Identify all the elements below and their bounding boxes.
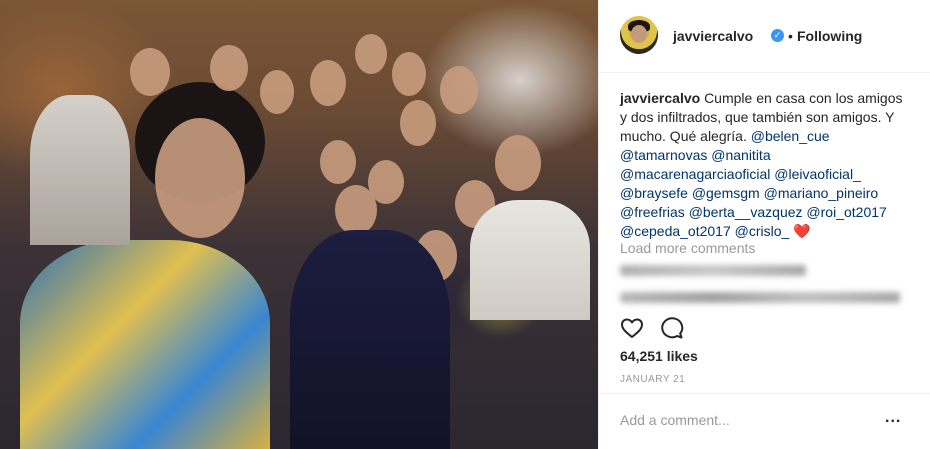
mention-link[interactable]: @leivaoficial_ [774, 166, 861, 182]
post-caption: javviercalvo Cumple en casa con los amig… [620, 89, 912, 241]
comment-bar: ... [599, 393, 930, 449]
photo-figure [210, 45, 248, 91]
photo-figure [290, 230, 450, 449]
photo-figure [20, 240, 270, 449]
photo-figure [130, 48, 170, 96]
instagram-post: javviercalvo ✓ • Following javviercalvo … [0, 0, 930, 449]
post-header: javviercalvo ✓ • Following [599, 0, 930, 73]
photo-figure [495, 135, 541, 191]
post-date[interactable]: JANUARY 21 [620, 374, 685, 385]
photo-figure [355, 34, 387, 74]
photo-figure [30, 95, 130, 245]
photo-figure [310, 60, 346, 106]
header-separator: • [788, 28, 793, 44]
add-comment-input[interactable] [620, 412, 880, 428]
blurred-comment [620, 292, 900, 303]
photo-figure [335, 185, 377, 235]
caption-username[interactable]: javviercalvo [620, 90, 700, 106]
photo-figure [260, 70, 294, 114]
photo-figure [155, 118, 245, 238]
comment-bubble-icon[interactable] [660, 316, 684, 340]
mention-link[interactable]: @gemsgm [692, 185, 760, 201]
photo-figure [392, 52, 426, 96]
load-more-comments-button[interactable]: Load more comments [620, 240, 755, 256]
blurred-comment [620, 265, 806, 276]
likes-count[interactable]: 64,251 likes [620, 348, 698, 364]
post-photo[interactable] [0, 0, 598, 449]
avatar-face [631, 25, 647, 43]
mention-link[interactable]: @roi_ot2017 [806, 204, 886, 220]
mention-link[interactable]: @braysefe [620, 185, 688, 201]
photo-figure [440, 66, 478, 114]
photo-figure [320, 140, 356, 184]
mention-link[interactable]: @nanitita [711, 147, 770, 163]
more-options-icon[interactable]: ... [885, 409, 901, 427]
mention-link[interactable]: @crislo_ [735, 223, 790, 239]
photo-figure [470, 200, 590, 320]
red-heart-emoji: ❤️ [793, 223, 811, 239]
mention-link[interactable]: @berta__vazquez [689, 204, 803, 220]
following-button[interactable]: Following [797, 28, 862, 44]
photo-figure [400, 100, 436, 146]
heart-outline-icon[interactable] [620, 316, 644, 340]
avatar[interactable] [620, 16, 658, 54]
mention-link[interactable]: @mariano_pineiro [764, 185, 879, 201]
mention-link[interactable]: @freefrias [620, 204, 685, 220]
mention-link[interactable]: @macarenagarciaoficial [620, 166, 770, 182]
header-username[interactable]: javviercalvo [673, 28, 753, 44]
mention-link[interactable]: @belen_cue [751, 128, 830, 144]
post-sidebar: javviercalvo ✓ • Following javviercalvo … [598, 0, 930, 449]
verified-badge-icon: ✓ [771, 29, 784, 42]
mention-link[interactable]: @cepeda_ot2017 [620, 223, 731, 239]
mention-link[interactable]: @tamarnovas [620, 147, 707, 163]
